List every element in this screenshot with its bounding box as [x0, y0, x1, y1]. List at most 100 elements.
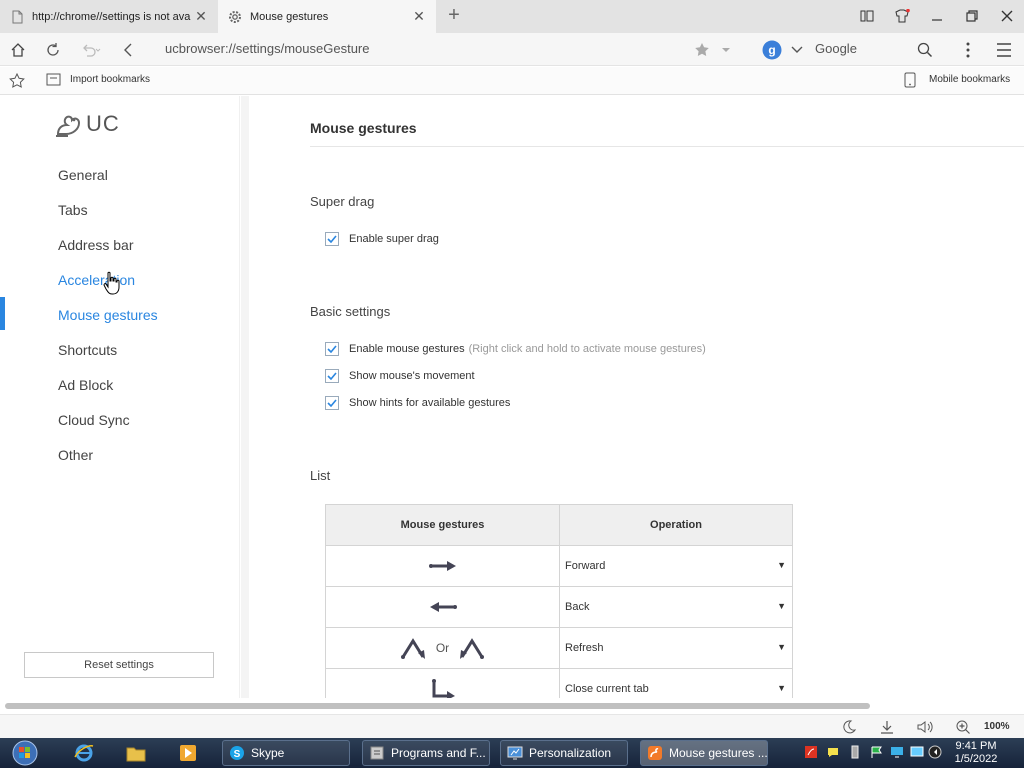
zoom-icon[interactable] [954, 719, 972, 735]
gesture-cell [325, 586, 560, 628]
operation-select[interactable]: Back ▼ [559, 586, 793, 628]
checkbox-show-mouse-movement[interactable]: Show mouse's movement [325, 369, 475, 383]
chevron-down-icon[interactable] [715, 39, 737, 61]
checkbox-show-hints[interactable]: Show hints for available gestures [325, 396, 510, 410]
checkbox-checked-icon[interactable] [325, 232, 339, 246]
device-tray-icon[interactable] [848, 745, 862, 759]
tab-mouse-gestures[interactable]: Mouse gestures ✕ [218, 0, 436, 33]
scrollbar-thumb[interactable] [5, 703, 870, 709]
taskbar-button-label: Personalization [529, 746, 612, 760]
or-label: Or [435, 641, 450, 655]
taskbar-button-programs[interactable]: Programs and F... [362, 740, 490, 766]
zoom-level[interactable]: 100% [984, 721, 1010, 732]
bookmark-star-icon[interactable] [9, 73, 25, 89]
taskbar-button-label: Mouse gestures ... [669, 746, 768, 760]
sidebar-item-acceleration[interactable]: Acceleration [58, 272, 135, 288]
status-bar: 100% [0, 714, 1024, 738]
minimize-icon[interactable] [925, 5, 949, 27]
tab-strip: http://chrome//settings is not ava ✕ Mou… [0, 0, 1024, 33]
menu-icon[interactable] [993, 39, 1015, 61]
skin-icon[interactable] [890, 5, 914, 27]
uc-browser-icon [648, 746, 662, 760]
active-indicator [0, 297, 5, 330]
section-heading-super-drag: Super drag [310, 194, 375, 209]
search-icon[interactable] [914, 39, 936, 61]
horizontal-scrollbar[interactable] [0, 698, 1024, 714]
volume-icon[interactable] [916, 719, 934, 735]
sidebar-toggle-icon[interactable] [855, 5, 879, 27]
sidebar-item-ad-block[interactable]: Ad Block [58, 377, 113, 393]
skype-icon: S [230, 746, 244, 760]
close-window-icon[interactable] [995, 5, 1019, 27]
windows-taskbar: S Skype Programs and F... Personalizatio… [0, 738, 1024, 768]
sidebar-item-cloud-sync[interactable]: Cloud Sync [58, 412, 130, 428]
checkbox-checked-icon[interactable] [325, 369, 339, 383]
more-options-icon[interactable] [957, 39, 979, 61]
close-tab-icon[interactable]: ✕ [412, 8, 426, 25]
operation-select[interactable]: Refresh ▼ [559, 627, 793, 669]
night-mode-icon[interactable] [840, 719, 858, 735]
back-icon[interactable] [117, 39, 139, 61]
mobile-icon [904, 72, 916, 88]
google-icon[interactable]: g [761, 39, 783, 61]
url-field[interactable]: ucbrowser://settings/mouseGesture [165, 41, 369, 56]
network-tray-icon[interactable] [890, 745, 904, 759]
tab-title: http://chrome//settings is not ava [32, 10, 191, 23]
start-button[interactable] [5, 739, 45, 767]
checkbox-label: Show hints for available gestures [349, 397, 511, 409]
down-up-gesture-icon [460, 638, 485, 659]
file-explorer-icon[interactable] [126, 743, 146, 763]
media-player-icon[interactable] [178, 743, 198, 763]
address-bar-row: ucbrowser://settings/mouseGesture g Goog… [0, 33, 1024, 66]
sidebar-item-tabs[interactable]: Tabs [58, 202, 88, 218]
reload-icon[interactable] [42, 39, 64, 61]
checkbox-enable-mouse-gestures[interactable]: Enable mouse gestures (Right click and h… [325, 342, 706, 356]
settings-content: Mouse gestures Super drag Enable super d… [249, 96, 1024, 710]
search-engine-label[interactable]: Google [815, 41, 857, 56]
flag-tray-icon[interactable] [870, 745, 884, 759]
download-icon[interactable] [878, 719, 896, 735]
table-row: Forward ▼ [325, 545, 793, 587]
pdf-tray-icon[interactable] [804, 745, 818, 759]
sidebar-item-shortcuts[interactable]: Shortcuts [58, 342, 117, 358]
checkbox-hint: (Right click and hold to activate mouse … [468, 343, 706, 355]
taskbar-button-uc-browser[interactable]: Mouse gestures ... [640, 740, 768, 766]
sidebar-item-address-bar[interactable]: Address bar [58, 237, 133, 253]
logo-text: UC [86, 111, 120, 136]
sidebar-item-general[interactable]: General [58, 167, 108, 183]
tab-chrome-settings[interactable]: http://chrome//settings is not ava ✕ [0, 0, 218, 33]
section-heading-list: List [310, 468, 331, 483]
tab-title: Mouse gestures [250, 10, 329, 23]
gesture-cell [325, 545, 560, 587]
checkbox-checked-icon[interactable] [325, 396, 339, 410]
mobile-bookmarks-link[interactable]: Mobile bookmarks [929, 74, 1010, 85]
restore-icon[interactable] [960, 5, 984, 27]
checkbox-enable-super-drag[interactable]: Enable super drag [325, 232, 439, 246]
checkbox-label: Show mouse's movement [349, 370, 475, 382]
close-tab-icon[interactable]: ✕ [194, 8, 208, 25]
taskbar-button-label: Skype [251, 746, 285, 760]
page-title: Mouse gestures [310, 120, 417, 136]
dropdown-arrow-icon: ▼ [777, 642, 786, 652]
checkbox-checked-icon[interactable] [325, 342, 339, 356]
sidebar-item-other[interactable]: Other [58, 447, 93, 463]
taskbar-button-personalization[interactable]: Personalization [500, 740, 628, 766]
star-icon[interactable] [691, 39, 713, 61]
home-icon[interactable] [7, 39, 29, 61]
internet-explorer-icon[interactable] [74, 743, 94, 763]
chat-tray-icon[interactable] [826, 745, 840, 759]
operation-select[interactable]: Forward ▼ [559, 545, 793, 587]
column-header-gestures: Mouse gestures [325, 504, 560, 546]
taskbar-button-skype[interactable]: S Skype [222, 740, 350, 766]
system-clock[interactable]: 9:41 PM 1/5/2022 [948, 740, 1004, 766]
new-tab-button[interactable]: + [444, 5, 464, 26]
undo-close-icon[interactable] [80, 39, 102, 61]
programs-icon [370, 746, 384, 760]
volume-tray-icon[interactable] [928, 745, 942, 759]
reset-settings-button[interactable]: Reset settings [24, 652, 214, 678]
sidebar-item-mouse-gestures[interactable]: Mouse gestures [58, 307, 158, 323]
arrow-right-icon [428, 561, 456, 571]
import-bookmarks-link[interactable]: Import bookmarks [70, 74, 150, 85]
search-engine-chevron-icon[interactable] [786, 39, 808, 61]
monitor-tray-icon[interactable] [910, 745, 924, 759]
